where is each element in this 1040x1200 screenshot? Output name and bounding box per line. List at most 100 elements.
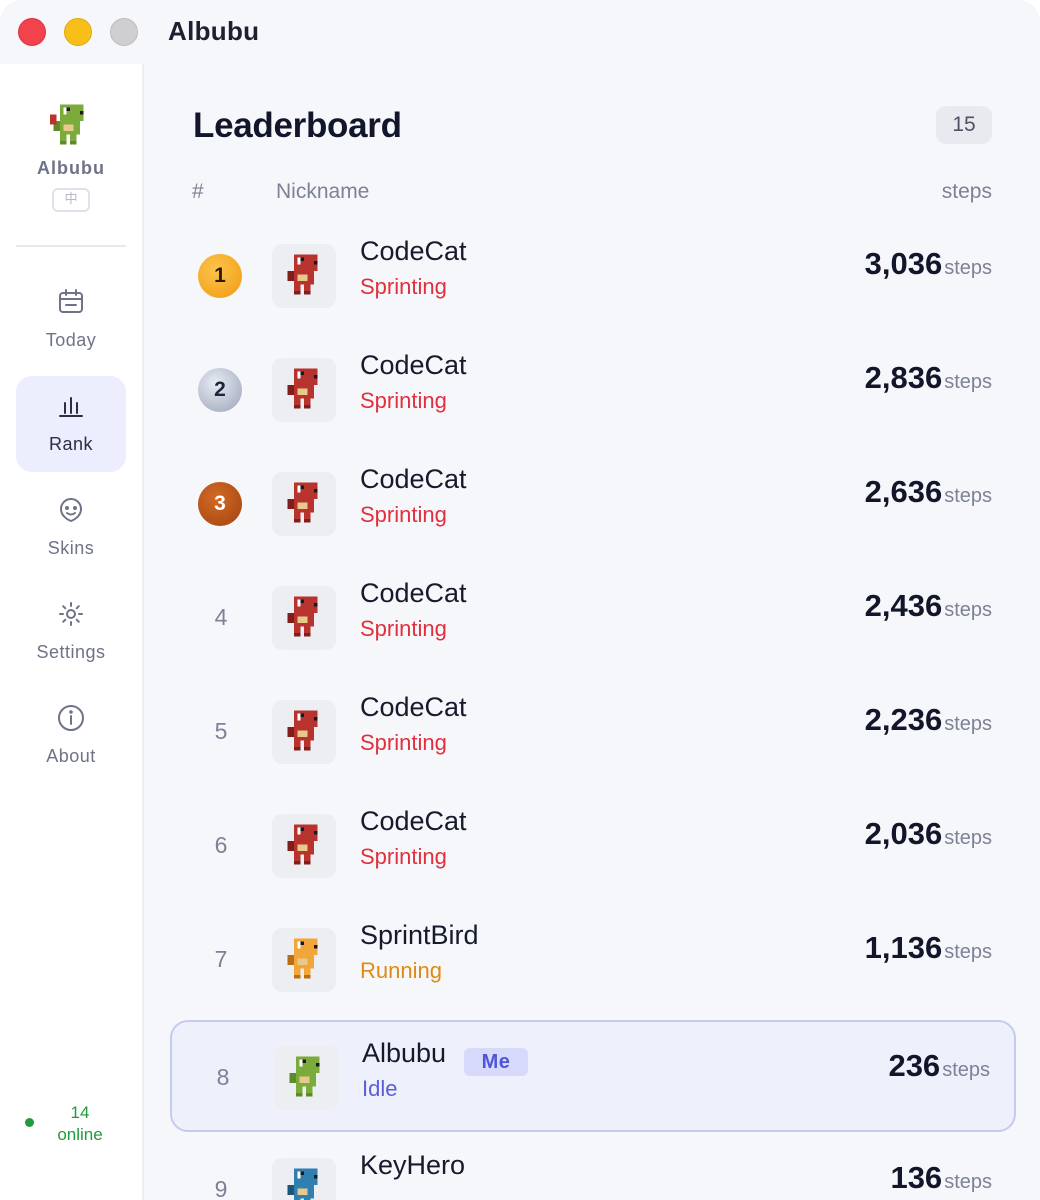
dino-avatar-icon — [287, 596, 318, 637]
table-row[interactable]: 4 CodeCat Sprinting 2,436 steps — [170, 562, 1016, 674]
dino-avatar-icon — [287, 482, 318, 523]
table-row[interactable]: 9 KeyHero 136 steps — [170, 1134, 1016, 1200]
player-nickname: CodeCat — [360, 692, 467, 722]
player-nickname: CodeCat — [360, 236, 467, 266]
dino-avatar-icon — [289, 1056, 320, 1097]
profile-avatar-icon[interactable] — [50, 104, 90, 148]
table-row-me[interactable]: 8 Albubu Me Idle 236 steps — [170, 1020, 1016, 1132]
rank-number: 7 — [214, 946, 228, 972]
table-row[interactable]: 1 CodeCat Sprinting 3,036 steps — [170, 220, 1016, 332]
steps-unit: steps — [944, 1171, 992, 1193]
avatar — [274, 1046, 338, 1110]
sidebar-item-label: Skins — [47, 538, 95, 558]
avatar — [272, 928, 336, 992]
online-count: 14 online — [50, 1102, 110, 1146]
me-badge: Me — [464, 1048, 528, 1076]
steps-unit: steps — [944, 827, 992, 849]
player-nickname: CodeCat — [360, 464, 467, 494]
steps-cell: 3,036 steps — [865, 246, 992, 282]
dino-avatar-icon — [287, 1168, 318, 1200]
steps-value: 136 — [890, 1160, 943, 1195]
table-row[interactable]: 2 CodeCat Sprinting 2,836 steps — [170, 334, 1016, 446]
player-count-badge: 15 — [936, 106, 992, 144]
avatar — [272, 244, 336, 308]
steps-value: 2,236 — [864, 702, 943, 737]
steps-cell: 2,836 steps — [865, 360, 992, 396]
column-header-steps: steps — [941, 180, 992, 203]
language-toggle[interactable]: 中 — [52, 188, 90, 212]
steps-value: 1,136 — [864, 930, 943, 965]
table-row[interactable]: 3 CodeCat Sprinting 2,636 steps — [170, 448, 1016, 560]
steps-value: 236 — [888, 1048, 941, 1083]
steps-value: 2,436 — [864, 588, 943, 623]
dino-avatar-icon — [287, 824, 318, 865]
rank-medal-bronze: 3 — [198, 482, 242, 526]
player-status: Running — [360, 958, 442, 983]
player-status: Sprinting — [360, 502, 447, 527]
bar-chart-icon — [59, 397, 83, 417]
zoom-window-button[interactable] — [110, 18, 138, 46]
leaderboard-panel: Leaderboard 15 # Nickname steps 1 CodeCat… — [146, 64, 1040, 1200]
player-status: Idle — [362, 1076, 398, 1101]
sidebar-item-label: Today — [45, 330, 97, 350]
avatar — [272, 358, 336, 422]
column-header-nickname: Nickname — [276, 180, 370, 203]
sun-gear-icon — [59, 602, 83, 626]
steps-unit: steps — [944, 599, 992, 621]
minimize-window-button[interactable] — [64, 18, 92, 46]
avatar — [272, 814, 336, 878]
steps-value: 2,636 — [864, 474, 943, 509]
avatar — [272, 586, 336, 650]
smiley-icon — [59, 498, 83, 523]
app-window: Albubu Albubu 中 Today Rank Skins Setting… — [0, 0, 1040, 1200]
table-row[interactable]: 7 SprintBird Running 1,136 steps — [170, 904, 1016, 1016]
calendar-icon — [59, 289, 83, 313]
player-status: Sprinting — [360, 730, 447, 755]
steps-cell: 236 steps — [888, 1048, 990, 1084]
steps-unit: steps — [944, 713, 992, 735]
sidebar-item-about[interactable]: About — [16, 688, 126, 784]
steps-unit: steps — [944, 257, 992, 279]
column-header-rank: # — [192, 180, 204, 203]
sidebar-item-rank[interactable]: Rank — [16, 376, 126, 472]
steps-cell: 1,136 steps — [865, 930, 992, 966]
close-window-button[interactable] — [18, 18, 46, 46]
player-status: Sprinting — [360, 616, 447, 641]
page-title: Leaderboard — [193, 106, 402, 145]
avatar — [272, 472, 336, 536]
sidebar-item-skins[interactable]: Skins — [16, 480, 126, 576]
steps-cell: 2,636 steps — [865, 474, 992, 510]
steps-unit: steps — [942, 1059, 990, 1081]
avatar — [272, 700, 336, 764]
rank-number: 9 — [214, 1176, 228, 1200]
table-row[interactable]: 5 CodeCat Sprinting 2,236 steps — [170, 676, 1016, 788]
player-nickname: KeyHero — [360, 1150, 466, 1180]
player-status: Sprinting — [360, 388, 447, 413]
sidebar-item-settings[interactable]: Settings — [16, 584, 126, 680]
table-row[interactable]: 6 CodeCat Sprinting 2,036 steps — [170, 790, 1016, 902]
info-icon — [58, 705, 84, 731]
sidebar-divider — [16, 245, 126, 247]
avatar — [272, 1158, 336, 1200]
player-nickname: CodeCat — [360, 806, 467, 836]
title-bar: Albubu — [0, 0, 1040, 64]
sidebar-item-label: Rank — [48, 434, 94, 454]
steps-unit: steps — [944, 485, 992, 507]
steps-value: 2,836 — [864, 360, 943, 395]
rank-number: 6 — [214, 832, 228, 858]
dino-avatar-icon — [287, 938, 318, 979]
player-status: Sprinting — [360, 274, 447, 299]
steps-cell: 2,036 steps — [865, 816, 992, 852]
rank-number: 5 — [214, 718, 228, 744]
steps-value: 2,036 — [864, 816, 943, 851]
sidebar: Albubu 中 Today Rank Skins Settings About… — [0, 64, 144, 1200]
profile-name: Albubu — [37, 158, 105, 178]
window-title: Albubu — [168, 16, 260, 46]
dino-avatar-icon — [287, 254, 318, 295]
online-count-number: 14 — [70, 1103, 90, 1122]
dino-avatar-icon — [287, 368, 318, 409]
player-status: Sprinting — [360, 844, 447, 869]
sidebar-item-today[interactable]: Today — [16, 272, 126, 368]
player-nickname: SprintBird — [360, 920, 479, 950]
player-nickname: CodeCat — [360, 578, 467, 608]
